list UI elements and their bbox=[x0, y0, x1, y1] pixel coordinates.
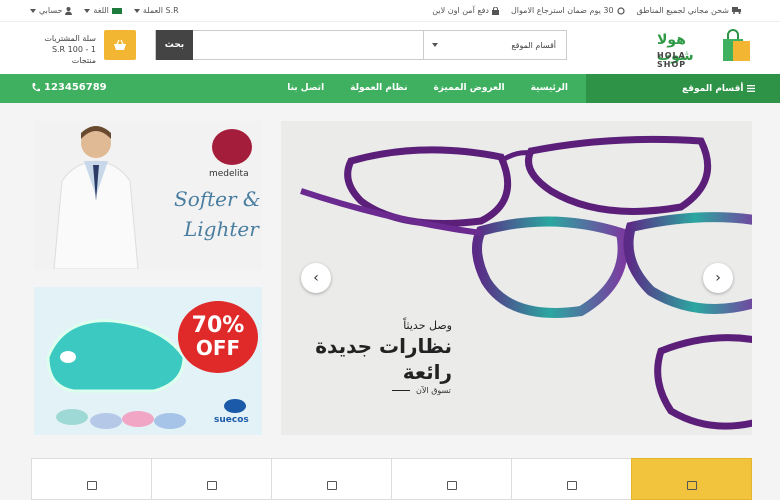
returns-info: 30 يوم ضمان استرجاع الاموال bbox=[511, 6, 625, 15]
slide-caption: وصل حديثاً نظارات جديدة رائعة bbox=[315, 319, 452, 384]
nav-item-home[interactable]: الرئيسية bbox=[531, 83, 568, 93]
phone-icon bbox=[32, 83, 40, 92]
slide-subtitle: وصل حديثاً bbox=[403, 319, 452, 332]
nav-item-offers[interactable]: العروض المميزة bbox=[433, 83, 504, 93]
returns-text: 30 يوم ضمان استرجاع الاموال bbox=[510, 6, 614, 15]
cta-line bbox=[392, 390, 410, 391]
nav-links: الرئيسية العروض المميزة نظام العمولة اتص… bbox=[287, 83, 568, 93]
categories-menu[interactable]: أقسام الموقع bbox=[586, 74, 780, 103]
banner-line2: Lighter bbox=[184, 217, 259, 241]
suecos-logo-icon bbox=[224, 399, 246, 413]
site-logo[interactable]: هولا شوب HOLA SHOP bbox=[657, 27, 752, 69]
shop-now-label: تسوق الآن bbox=[416, 386, 451, 395]
cart-title: سلة المشتريات bbox=[44, 34, 96, 43]
basket-icon bbox=[114, 39, 126, 50]
medelita-logo-icon bbox=[212, 129, 252, 165]
category-tile[interactable] bbox=[151, 458, 272, 500]
truck-icon bbox=[732, 7, 741, 14]
slide-title-line1: نظارات جديدة bbox=[315, 334, 452, 358]
main-nav: أقسام الموقع الرئيسية العروض المميزة نظا… bbox=[0, 74, 780, 103]
category-tile[interactable] bbox=[31, 458, 152, 500]
chevron-down-icon bbox=[30, 8, 36, 13]
shopping-bag-logo-icon bbox=[723, 29, 750, 61]
category-tile-active[interactable] bbox=[631, 458, 752, 500]
medelita-brand: medelita bbox=[209, 169, 249, 179]
chevron-down-icon bbox=[84, 8, 91, 13]
hero-slider[interactable]: ‹ › وصل حديثاً نظارات جديدة رائعة تسوق ا… bbox=[281, 121, 752, 435]
suecos-brand: suecos bbox=[214, 415, 249, 425]
search-bar: بحث أقسام الموقع bbox=[155, 30, 567, 60]
glasses-image bbox=[281, 121, 752, 435]
category-select[interactable]: أقسام الموقع bbox=[423, 31, 566, 59]
top-bar: شحن مجاني لجميع المناطق 30 يوم ضمان استر… bbox=[0, 0, 780, 22]
shirt-icon bbox=[566, 481, 577, 490]
payment-text: دفع آمن اون لاين bbox=[432, 6, 489, 15]
search-input[interactable] bbox=[193, 31, 423, 59]
bicycle-icon bbox=[326, 481, 337, 490]
category-tile[interactable] bbox=[511, 458, 632, 500]
nav-item-contact[interactable]: اتصل بنا bbox=[287, 83, 324, 93]
currency-menu[interactable]: العملة S.R bbox=[133, 6, 179, 15]
slide-title-line2: رائعة bbox=[402, 360, 452, 384]
account-label: حسابي bbox=[39, 6, 63, 15]
banner-line1: Softer & bbox=[174, 187, 261, 211]
slider-next-button[interactable]: › bbox=[703, 263, 733, 293]
discount-off: OFF bbox=[195, 336, 241, 360]
chevron-down-icon bbox=[432, 43, 438, 47]
categories-label: أقسام الموقع bbox=[682, 83, 744, 94]
payment-info: دفع آمن اون لاين bbox=[432, 6, 499, 15]
banner-suecos[interactable]: 70% OFF suecos bbox=[34, 287, 262, 435]
shop-now-link[interactable]: تسوق الآن bbox=[392, 386, 451, 395]
phone-number[interactable]: 123456789 bbox=[32, 82, 107, 93]
camera-icon bbox=[446, 481, 457, 490]
category-tiles bbox=[31, 458, 752, 500]
shipping-info: شحن مجاني لجميع المناطق bbox=[637, 6, 742, 15]
refresh-icon bbox=[616, 6, 625, 15]
search-button[interactable]: بحث bbox=[156, 30, 193, 60]
chevron-down-icon bbox=[133, 8, 140, 13]
nav-item-commission[interactable]: نظام العمولة bbox=[350, 83, 407, 93]
banner-medelita[interactable]: medelita Softer & Lighter bbox=[34, 121, 262, 269]
slider-prev-button[interactable]: ‹ bbox=[301, 263, 331, 293]
cart-button[interactable] bbox=[104, 30, 136, 60]
header: هولا شوب HOLA SHOP بحث أقسام الموقع سلة … bbox=[0, 22, 780, 74]
watch-icon bbox=[206, 481, 217, 490]
lock-icon bbox=[491, 6, 499, 15]
language-menu[interactable]: اللغة bbox=[84, 6, 122, 15]
monitor-icon bbox=[686, 481, 697, 490]
category-select-label: أقسام الموقع bbox=[511, 40, 556, 50]
account-menu[interactable]: حسابي bbox=[30, 6, 73, 15]
category-tile[interactable] bbox=[391, 458, 512, 500]
user-icon bbox=[65, 6, 73, 15]
chevron-right-icon: › bbox=[715, 270, 721, 286]
discount-value: 70% bbox=[191, 313, 245, 338]
currency-label: العملة S.R bbox=[142, 6, 179, 15]
chevron-left-icon: ‹ bbox=[313, 270, 319, 286]
menu-icon bbox=[747, 85, 756, 92]
saudi-flag-icon bbox=[111, 7, 122, 14]
cart-summary[interactable]: سلة المشتريات S.R 100 - 1 منتجات bbox=[28, 33, 96, 66]
language-label: اللغة bbox=[93, 6, 109, 15]
phone-text: 123456789 bbox=[44, 82, 107, 93]
logo-text-english: HOLA SHOP bbox=[657, 51, 687, 69]
category-icon bbox=[86, 481, 97, 490]
cart-total: S.R 100 - 1 منتجات bbox=[51, 45, 96, 65]
discount-badge: 70% OFF bbox=[178, 301, 258, 373]
category-tile[interactable] bbox=[271, 458, 392, 500]
shipping-text: شحن مجاني لجميع المناطق bbox=[636, 6, 729, 15]
